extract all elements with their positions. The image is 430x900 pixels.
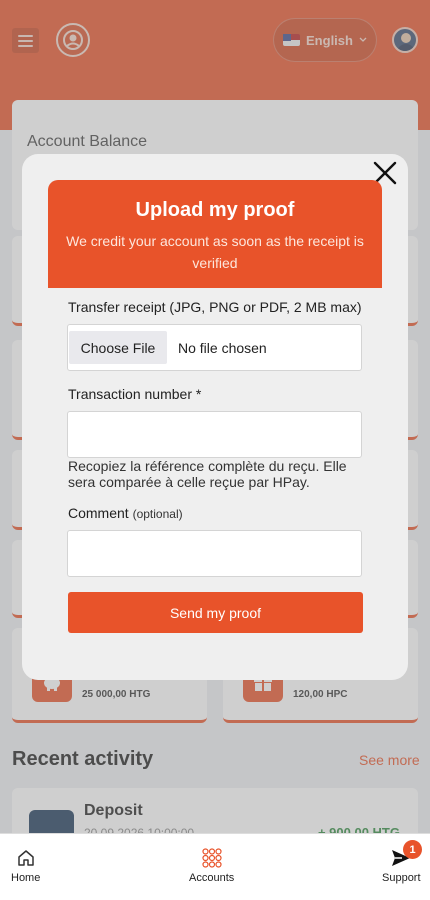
nav-accounts-label: Accounts	[189, 872, 235, 884]
comment-label-text: Comment	[68, 505, 129, 521]
comment-label: Comment (optional)	[68, 505, 183, 521]
home-icon	[17, 848, 35, 868]
receipt-file-input[interactable]: Choose File No file chosen	[67, 324, 362, 371]
grid-dots-icon	[202, 848, 222, 868]
modal-header: Upload my proof We credit your account a…	[48, 180, 382, 288]
optional-tag: (optional)	[132, 507, 183, 521]
file-status: No file chosen	[178, 340, 267, 356]
support-badge: 1	[403, 840, 422, 859]
modal-title: Upload my proof	[135, 199, 295, 221]
required-mark: *	[195, 386, 202, 402]
bottom-nav: Home Accounts Support	[0, 833, 430, 900]
transaction-number-input[interactable]	[67, 411, 362, 458]
transaction-label-text: Transaction number	[68, 386, 192, 402]
transaction-help-text: Recopiez la référence complète du reçu. …	[68, 458, 347, 490]
nav-support-label: Support	[382, 872, 421, 884]
comment-input[interactable]	[67, 530, 362, 577]
send-proof-button[interactable]: Send my proof	[68, 592, 363, 633]
choose-file-button[interactable]: Choose File	[69, 331, 167, 364]
transaction-label: Transaction number *	[68, 386, 201, 402]
nav-home-label: Home	[11, 872, 41, 884]
nav-home[interactable]: Home	[11, 848, 40, 884]
modal-subtitle: We credit your account as soon as the re…	[66, 233, 364, 271]
nav-accounts[interactable]: Accounts	[189, 848, 234, 884]
receipt-label: Transfer receipt (JPG, PNG or PDF, 2 MB …	[68, 299, 362, 315]
